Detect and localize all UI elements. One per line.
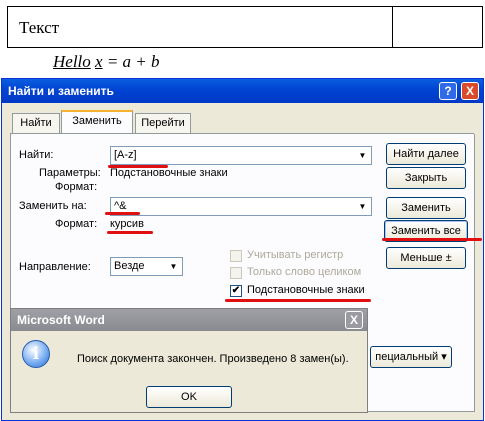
formula-x: x xyxy=(95,52,103,71)
message-box-close-button[interactable]: X xyxy=(345,311,363,329)
wildcards-label: Подстановочные знаки xyxy=(247,284,365,296)
formula-line: Hello x = a + b xyxy=(53,52,160,72)
close-button[interactable]: Закрыть xyxy=(386,167,466,189)
table-cell-text: Текст xyxy=(19,18,60,37)
whole-word-label: Только слово целиком xyxy=(247,266,362,278)
replace-combobox[interactable]: ^& ▼ xyxy=(110,197,372,216)
direction-value: Везде xyxy=(114,260,145,272)
dialog-title: Найти и заменить xyxy=(8,84,114,98)
info-icon: i xyxy=(22,340,50,368)
find-next-button[interactable]: Найти далее xyxy=(386,143,466,165)
message-box: Microsoft Word X Поиск документа законче… xyxy=(10,308,368,413)
find-value: [А-z] xyxy=(114,149,137,161)
replace-value: ^& xyxy=(114,200,127,212)
direction-label: Направление: xyxy=(19,261,91,273)
ok-button[interactable]: OK xyxy=(146,386,232,408)
wildcards-checkbox[interactable]: ✔ xyxy=(230,285,242,297)
message-box-title: Microsoft Word xyxy=(17,313,105,327)
chevron-down-icon[interactable]: ▼ xyxy=(355,148,370,163)
help-button[interactable]: ? xyxy=(439,82,457,100)
find-label: Найти: xyxy=(19,149,54,161)
annotation-underline xyxy=(105,212,140,215)
params-value: Подстановочные знаки xyxy=(110,167,228,179)
replace-label: Заменить на: xyxy=(19,200,87,212)
formula-rest: = a + b xyxy=(102,52,160,71)
tab-goto[interactable]: Перейти xyxy=(135,113,191,133)
find-combobox[interactable]: [А-z] ▼ xyxy=(110,146,372,165)
chevron-down-icon[interactable]: ▼ xyxy=(355,199,370,214)
direction-select[interactable]: Везде ▼ xyxy=(110,257,183,276)
params-label: Параметры: xyxy=(39,167,101,179)
table-divider xyxy=(392,7,393,47)
replace-format-value: курсив xyxy=(110,218,144,230)
chevron-down-icon[interactable]: ▼ xyxy=(166,259,181,274)
formula-hello: Hello xyxy=(53,52,91,71)
annotation-underline xyxy=(382,238,482,241)
tab-find[interactable]: Найти xyxy=(12,113,60,133)
match-case-label: Учитывать регистр xyxy=(247,249,344,261)
match-case-checkbox[interactable] xyxy=(230,250,242,262)
special-button[interactable]: пециальный ▾ xyxy=(370,346,452,368)
find-format-label: Формат: xyxy=(55,181,98,193)
replace-format-label: Формат: xyxy=(55,218,98,230)
annotation-underline xyxy=(107,231,153,234)
annotation-underline xyxy=(225,299,371,302)
document-table: Текст xyxy=(7,6,483,48)
whole-word-checkbox[interactable] xyxy=(230,267,242,279)
message-text: Поиск документа закончен. Произведено 8 … xyxy=(77,353,349,365)
less-button[interactable]: Меньше ± xyxy=(386,247,466,269)
replace-button[interactable]: Заменить xyxy=(386,197,466,219)
tab-replace[interactable]: Заменить xyxy=(61,110,133,134)
dialog-titlebar[interactable]: Найти и заменить ? X xyxy=(2,79,483,103)
dialog-close-button[interactable]: X xyxy=(461,82,479,100)
message-box-titlebar[interactable]: Microsoft Word X xyxy=(11,309,367,331)
